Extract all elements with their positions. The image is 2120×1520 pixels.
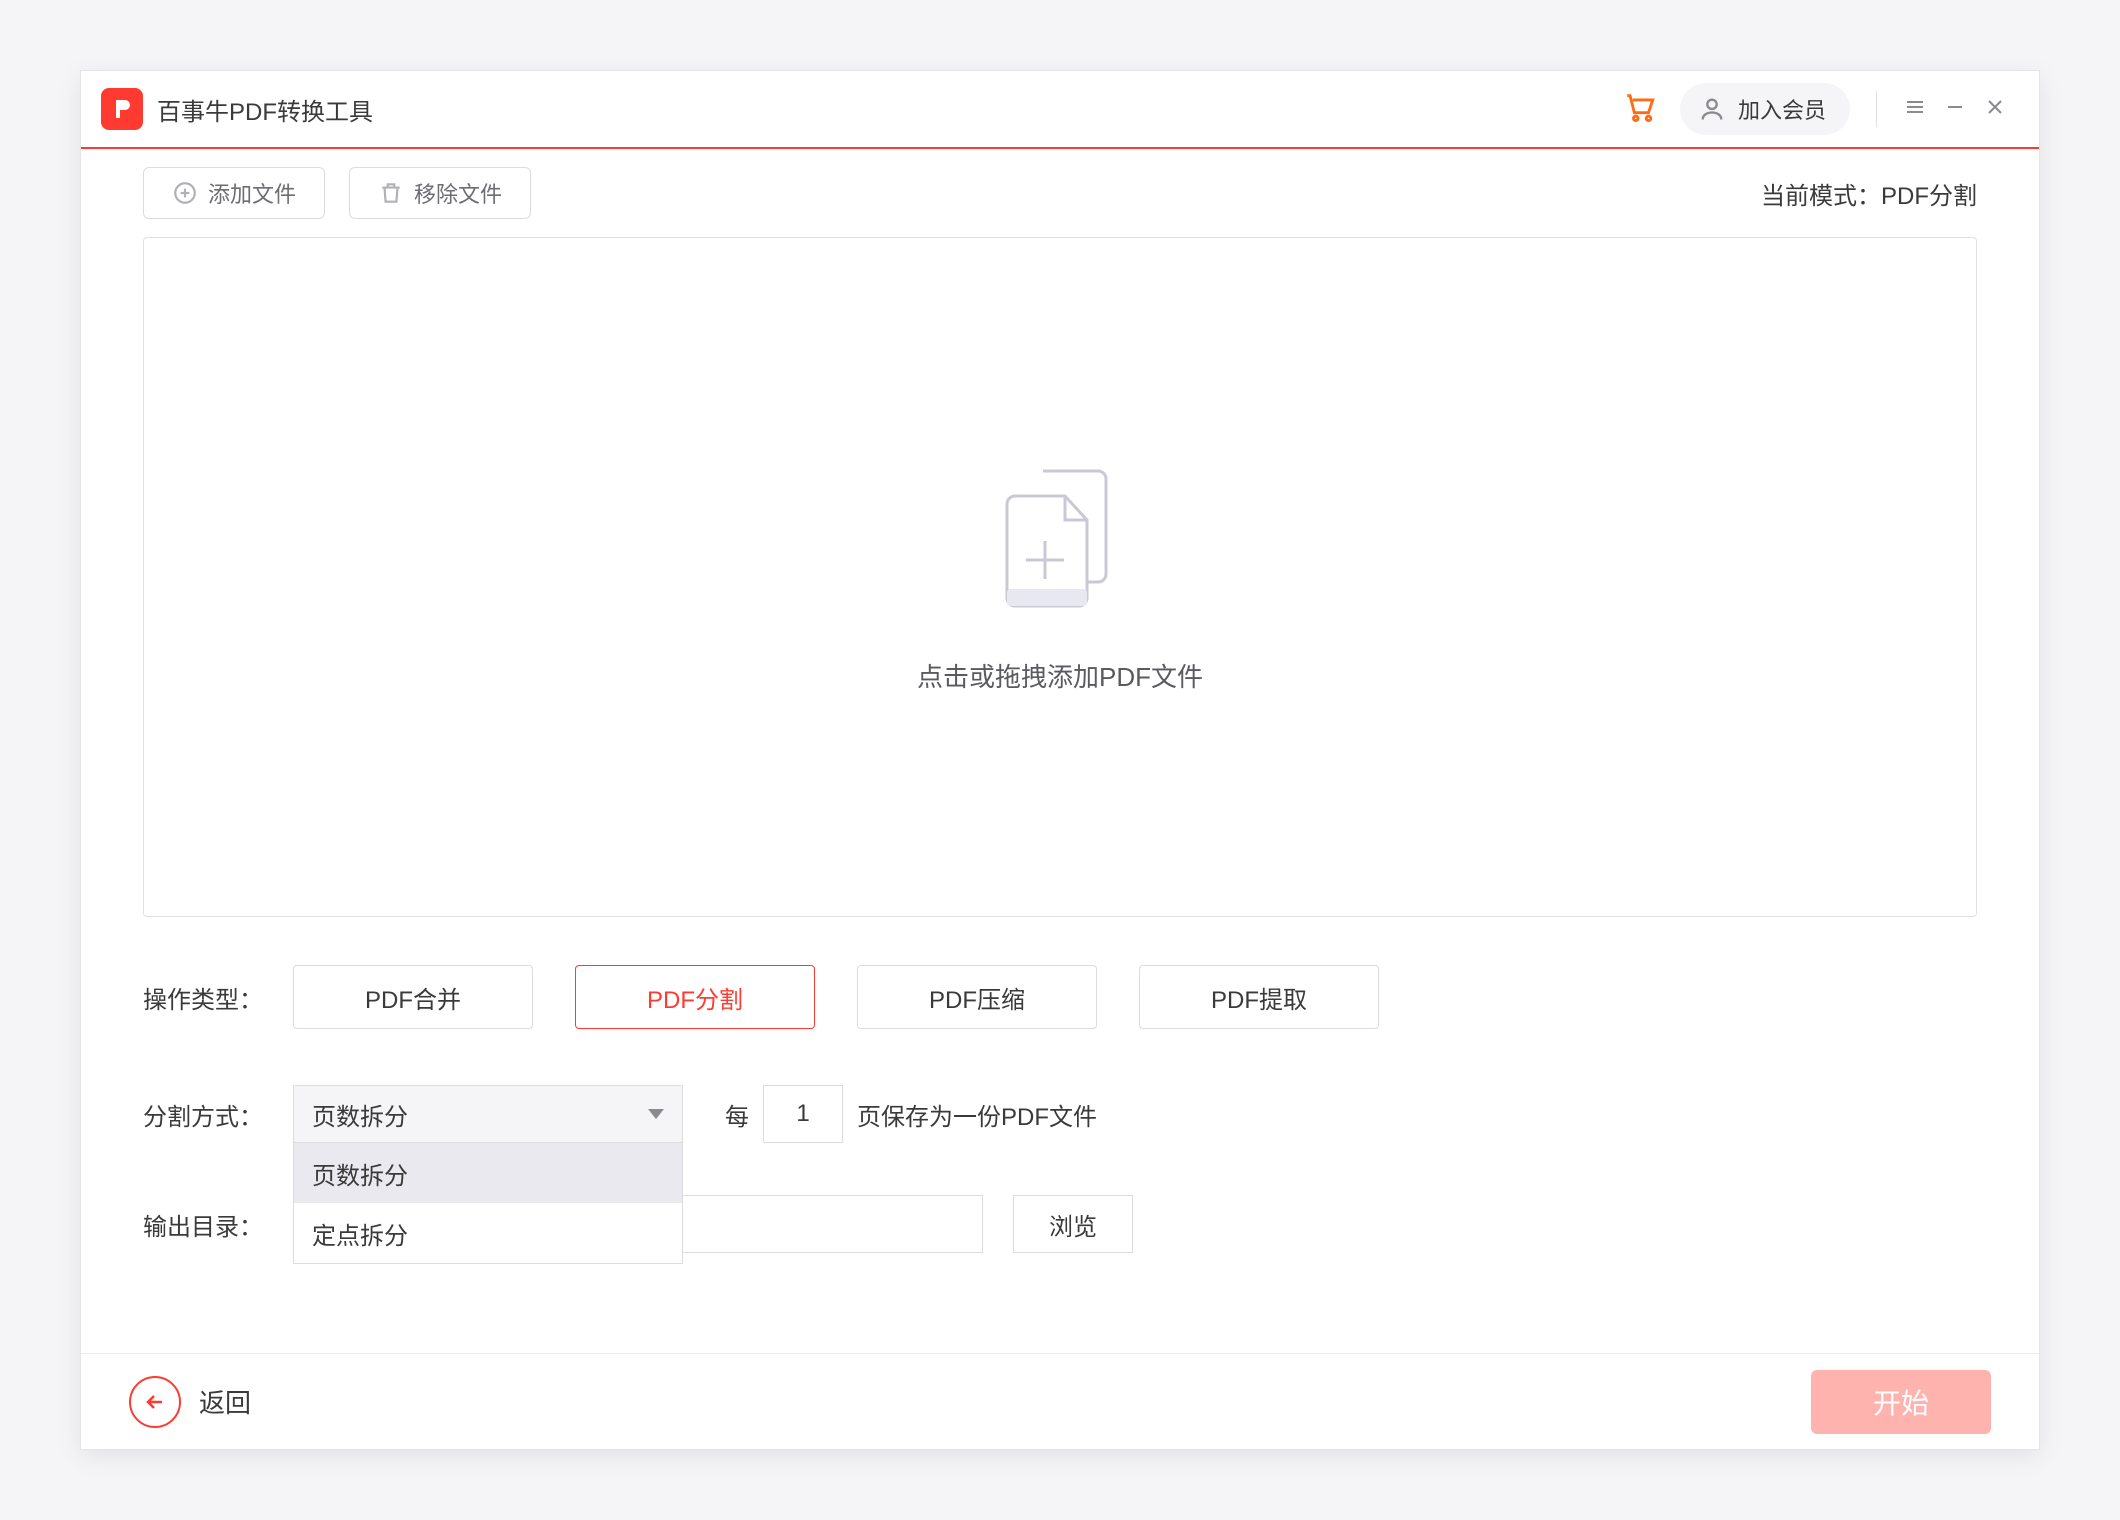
op-merge-button[interactable]: PDF合并 <box>293 965 533 1029</box>
back-button[interactable]: 返回 <box>129 1376 251 1428</box>
document-plus-icon <box>985 461 1135 621</box>
footer: 返回 开始 <box>81 1353 2039 1449</box>
user-icon <box>1698 95 1726 123</box>
browse-button[interactable]: 浏览 <box>1013 1195 1133 1253</box>
chevron-down-icon <box>648 1109 664 1119</box>
minimize-icon <box>1943 95 1967 124</box>
dropdown-option-pages[interactable]: 页数拆分 <box>294 1143 682 1203</box>
split-method-dropdown: 页数拆分 定点拆分 <box>293 1143 683 1264</box>
arrow-left-icon <box>129 1376 181 1428</box>
op-extract-label: PDF提取 <box>1211 980 1307 1015</box>
menu-button[interactable] <box>1895 89 1935 129</box>
content-area: 点击或拖拽添加PDF文件 操作类型： PDF合并 PDF分割 PDF压缩 PDF… <box>81 237 2039 1353</box>
cart-icon <box>1623 90 1657 129</box>
add-file-button[interactable]: 添加文件 <box>143 167 325 219</box>
every-prefix-label: 每 <box>725 1097 749 1132</box>
output-dir-label: 输出目录： <box>143 1207 293 1242</box>
toolbar: 添加文件 移除文件 当前模式：PDF分割 <box>81 149 2039 237</box>
join-member-label: 加入会员 <box>1738 93 1826 125</box>
remove-file-button[interactable]: 移除文件 <box>349 167 531 219</box>
op-merge-label: PDF合并 <box>365 980 461 1015</box>
join-member-button[interactable]: 加入会员 <box>1680 83 1850 135</box>
file-dropzone[interactable]: 点击或拖拽添加PDF文件 <box>143 237 1977 917</box>
split-method-select[interactable]: 页数拆分 页数拆分 定点拆分 <box>293 1085 683 1143</box>
titlebar-divider <box>1876 91 1877 127</box>
op-extract-button[interactable]: PDF提取 <box>1139 965 1379 1029</box>
remove-file-label: 移除文件 <box>414 177 502 209</box>
dropdown-option-fixed[interactable]: 定点拆分 <box>294 1203 682 1263</box>
menu-icon <box>1903 95 1927 124</box>
trash-icon <box>378 180 404 206</box>
split-method-value: 页数拆分 <box>312 1097 408 1132</box>
operation-type-label: 操作类型： <box>143 980 293 1015</box>
split-method-row: 分割方式： 页数拆分 页数拆分 定点拆分 每 页保存为一份PDF文件 <box>143 1085 1977 1143</box>
page-count-input[interactable] <box>763 1085 843 1143</box>
start-label: 开始 <box>1873 1382 1929 1422</box>
app-window: 百事牛PDF转换工具 加入会员 添加文件 <box>80 70 2040 1450</box>
cart-button[interactable] <box>1618 87 1662 131</box>
current-mode-label: 当前模式：PDF分割 <box>1761 176 1977 211</box>
back-label: 返回 <box>199 1383 251 1420</box>
app-logo <box>101 88 143 130</box>
add-file-label: 添加文件 <box>208 177 296 209</box>
every-suffix-label: 页保存为一份PDF文件 <box>857 1097 1097 1132</box>
titlebar: 百事牛PDF转换工具 加入会员 <box>81 71 2039 149</box>
op-split-label: PDF分割 <box>647 980 743 1015</box>
op-compress-label: PDF压缩 <box>929 980 1025 1015</box>
close-button[interactable] <box>1975 89 2015 129</box>
op-split-button[interactable]: PDF分割 <box>575 965 815 1029</box>
split-method-selectbox[interactable]: 页数拆分 <box>293 1085 683 1143</box>
split-method-label: 分割方式： <box>143 1097 293 1132</box>
browse-label: 浏览 <box>1049 1207 1097 1242</box>
plus-circle-icon <box>172 180 198 206</box>
minimize-button[interactable] <box>1935 89 1975 129</box>
start-button[interactable]: 开始 <box>1811 1370 1991 1434</box>
app-title: 百事牛PDF转换工具 <box>157 92 373 127</box>
dropzone-hint: 点击或拖拽添加PDF文件 <box>917 657 1203 694</box>
operation-type-row: 操作类型： PDF合并 PDF分割 PDF压缩 PDF提取 <box>143 965 1977 1029</box>
close-icon <box>1983 95 2007 124</box>
op-compress-button[interactable]: PDF压缩 <box>857 965 1097 1029</box>
